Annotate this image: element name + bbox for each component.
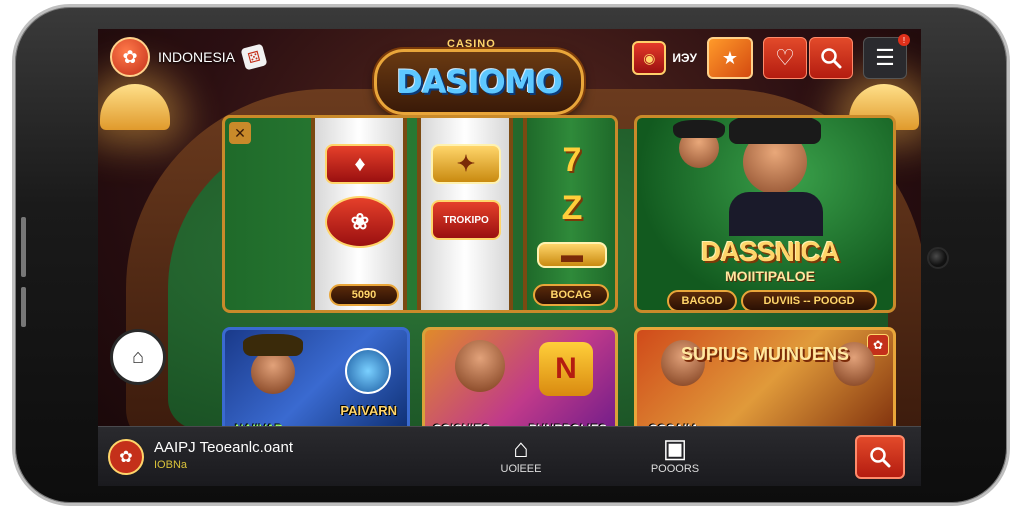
app-subtitle: IOBNa	[154, 459, 188, 471]
player-avatar	[455, 340, 505, 392]
wallet-button[interactable]: ◉	[632, 41, 667, 75]
nav-promotions[interactable]: ▣ POOORS	[640, 433, 710, 475]
live-host-card[interactable]: DASSNICA MOIITIPALOE BAGOD DUVIIS -- POO…	[634, 115, 896, 313]
host-card-subtitle: MOIITIPALOE	[725, 268, 815, 284]
slot-reel: ♦ ❀	[311, 118, 407, 310]
hat-icon	[729, 118, 821, 144]
dice-icon: ⚄	[240, 43, 268, 71]
notification-dot: !	[898, 34, 910, 46]
game-tile-label: SUPIUS MUINUENS	[680, 344, 850, 364]
floating-action-button[interactable]: ⌂	[110, 329, 166, 385]
app-logo-icon: ✿	[110, 37, 150, 77]
volume-button	[21, 217, 26, 277]
share-icon: ⌂	[131, 345, 145, 368]
power-button	[21, 287, 26, 327]
nav-home-label: UOlEEE	[500, 463, 542, 475]
host-left-pill[interactable]: BAGOD	[667, 290, 737, 310]
slot-bet-pill[interactable]: 5090	[329, 284, 399, 306]
nav-home[interactable]: ⌂ UOlEEE	[486, 433, 556, 475]
slot-symbol: TROKIPO	[431, 200, 501, 240]
search-icon	[870, 447, 891, 468]
brand-small-text: CASINO	[447, 38, 496, 50]
menu-icon: ☰	[875, 45, 895, 70]
game-tile-emblem: N	[539, 342, 593, 396]
brand-name: DASIOMO	[396, 63, 563, 101]
slot-symbol: ❀	[325, 196, 395, 248]
slot-reel: 7 Z ▬	[523, 118, 615, 310]
bottom-search-button[interactable]	[855, 435, 905, 479]
host-suit	[729, 192, 823, 236]
camera-icon	[927, 247, 949, 269]
language-selector[interactable]: ✿ INDONESIA ⚄	[110, 37, 268, 77]
favorites-button[interactable]: ♡	[763, 37, 807, 79]
hat-icon	[673, 120, 725, 138]
slot-win-pill[interactable]: BOCAG	[533, 284, 609, 306]
game-tile-label: PAIVARN	[340, 403, 397, 418]
app-logo-icon[interactable]: ✿	[108, 439, 144, 475]
lamp-left	[100, 84, 170, 130]
brand-logo[interactable]: CASINO DASIOMO	[374, 38, 584, 115]
player-avatar	[251, 350, 295, 394]
promotions-icon: ▣	[662, 433, 688, 463]
slot-symbol: ♦	[325, 144, 395, 184]
menu-button[interactable]: ☰ !	[863, 34, 910, 79]
language-label: INDONESIA	[158, 49, 236, 65]
hat-icon	[243, 334, 303, 356]
globe-icon	[345, 348, 391, 394]
search-button[interactable]	[809, 37, 853, 79]
app-screen: ✿ INDONESIA ⚄ CASINO DASIOMO ◉ ИЭУ ★ ♡ ☰…	[98, 29, 921, 486]
promo-button[interactable]: ★	[707, 37, 753, 79]
nav-promotions-label: POOORS	[650, 463, 700, 475]
slot-symbol: 7	[562, 140, 582, 179]
heart-icon: ♡	[775, 45, 795, 70]
search-icon	[821, 48, 842, 69]
home-icon: ⌂	[513, 433, 529, 463]
bottom-bar: ✿ AAIPJ Teoeanlc.oant IOBNa ⌂ UOlEEE ▣ P…	[98, 426, 921, 486]
slot-symbol: ✦	[431, 144, 501, 184]
slot-game-card[interactable]: ✕ ♦ ❀ ✦ TROKIPO 7 Z ▬ 5090 BOCAG	[222, 115, 618, 313]
top-right-controls: ◉ ИЭУ ★ ♡ ☰ !	[632, 34, 910, 79]
host-right-pill[interactable]: DUVIIS -- POOGD	[741, 290, 877, 310]
host-card-title: DASSNICA	[700, 236, 840, 267]
slot-symbol: Z	[561, 188, 583, 227]
coin-balance: ИЭУ	[672, 51, 697, 65]
app-name: AAIPJ Teoeanlc.oant	[154, 439, 293, 456]
slot-reel: ✦ TROKIPO	[417, 118, 513, 310]
close-icon[interactable]: ✕	[229, 122, 251, 144]
slot-symbol: ▬	[537, 242, 607, 268]
